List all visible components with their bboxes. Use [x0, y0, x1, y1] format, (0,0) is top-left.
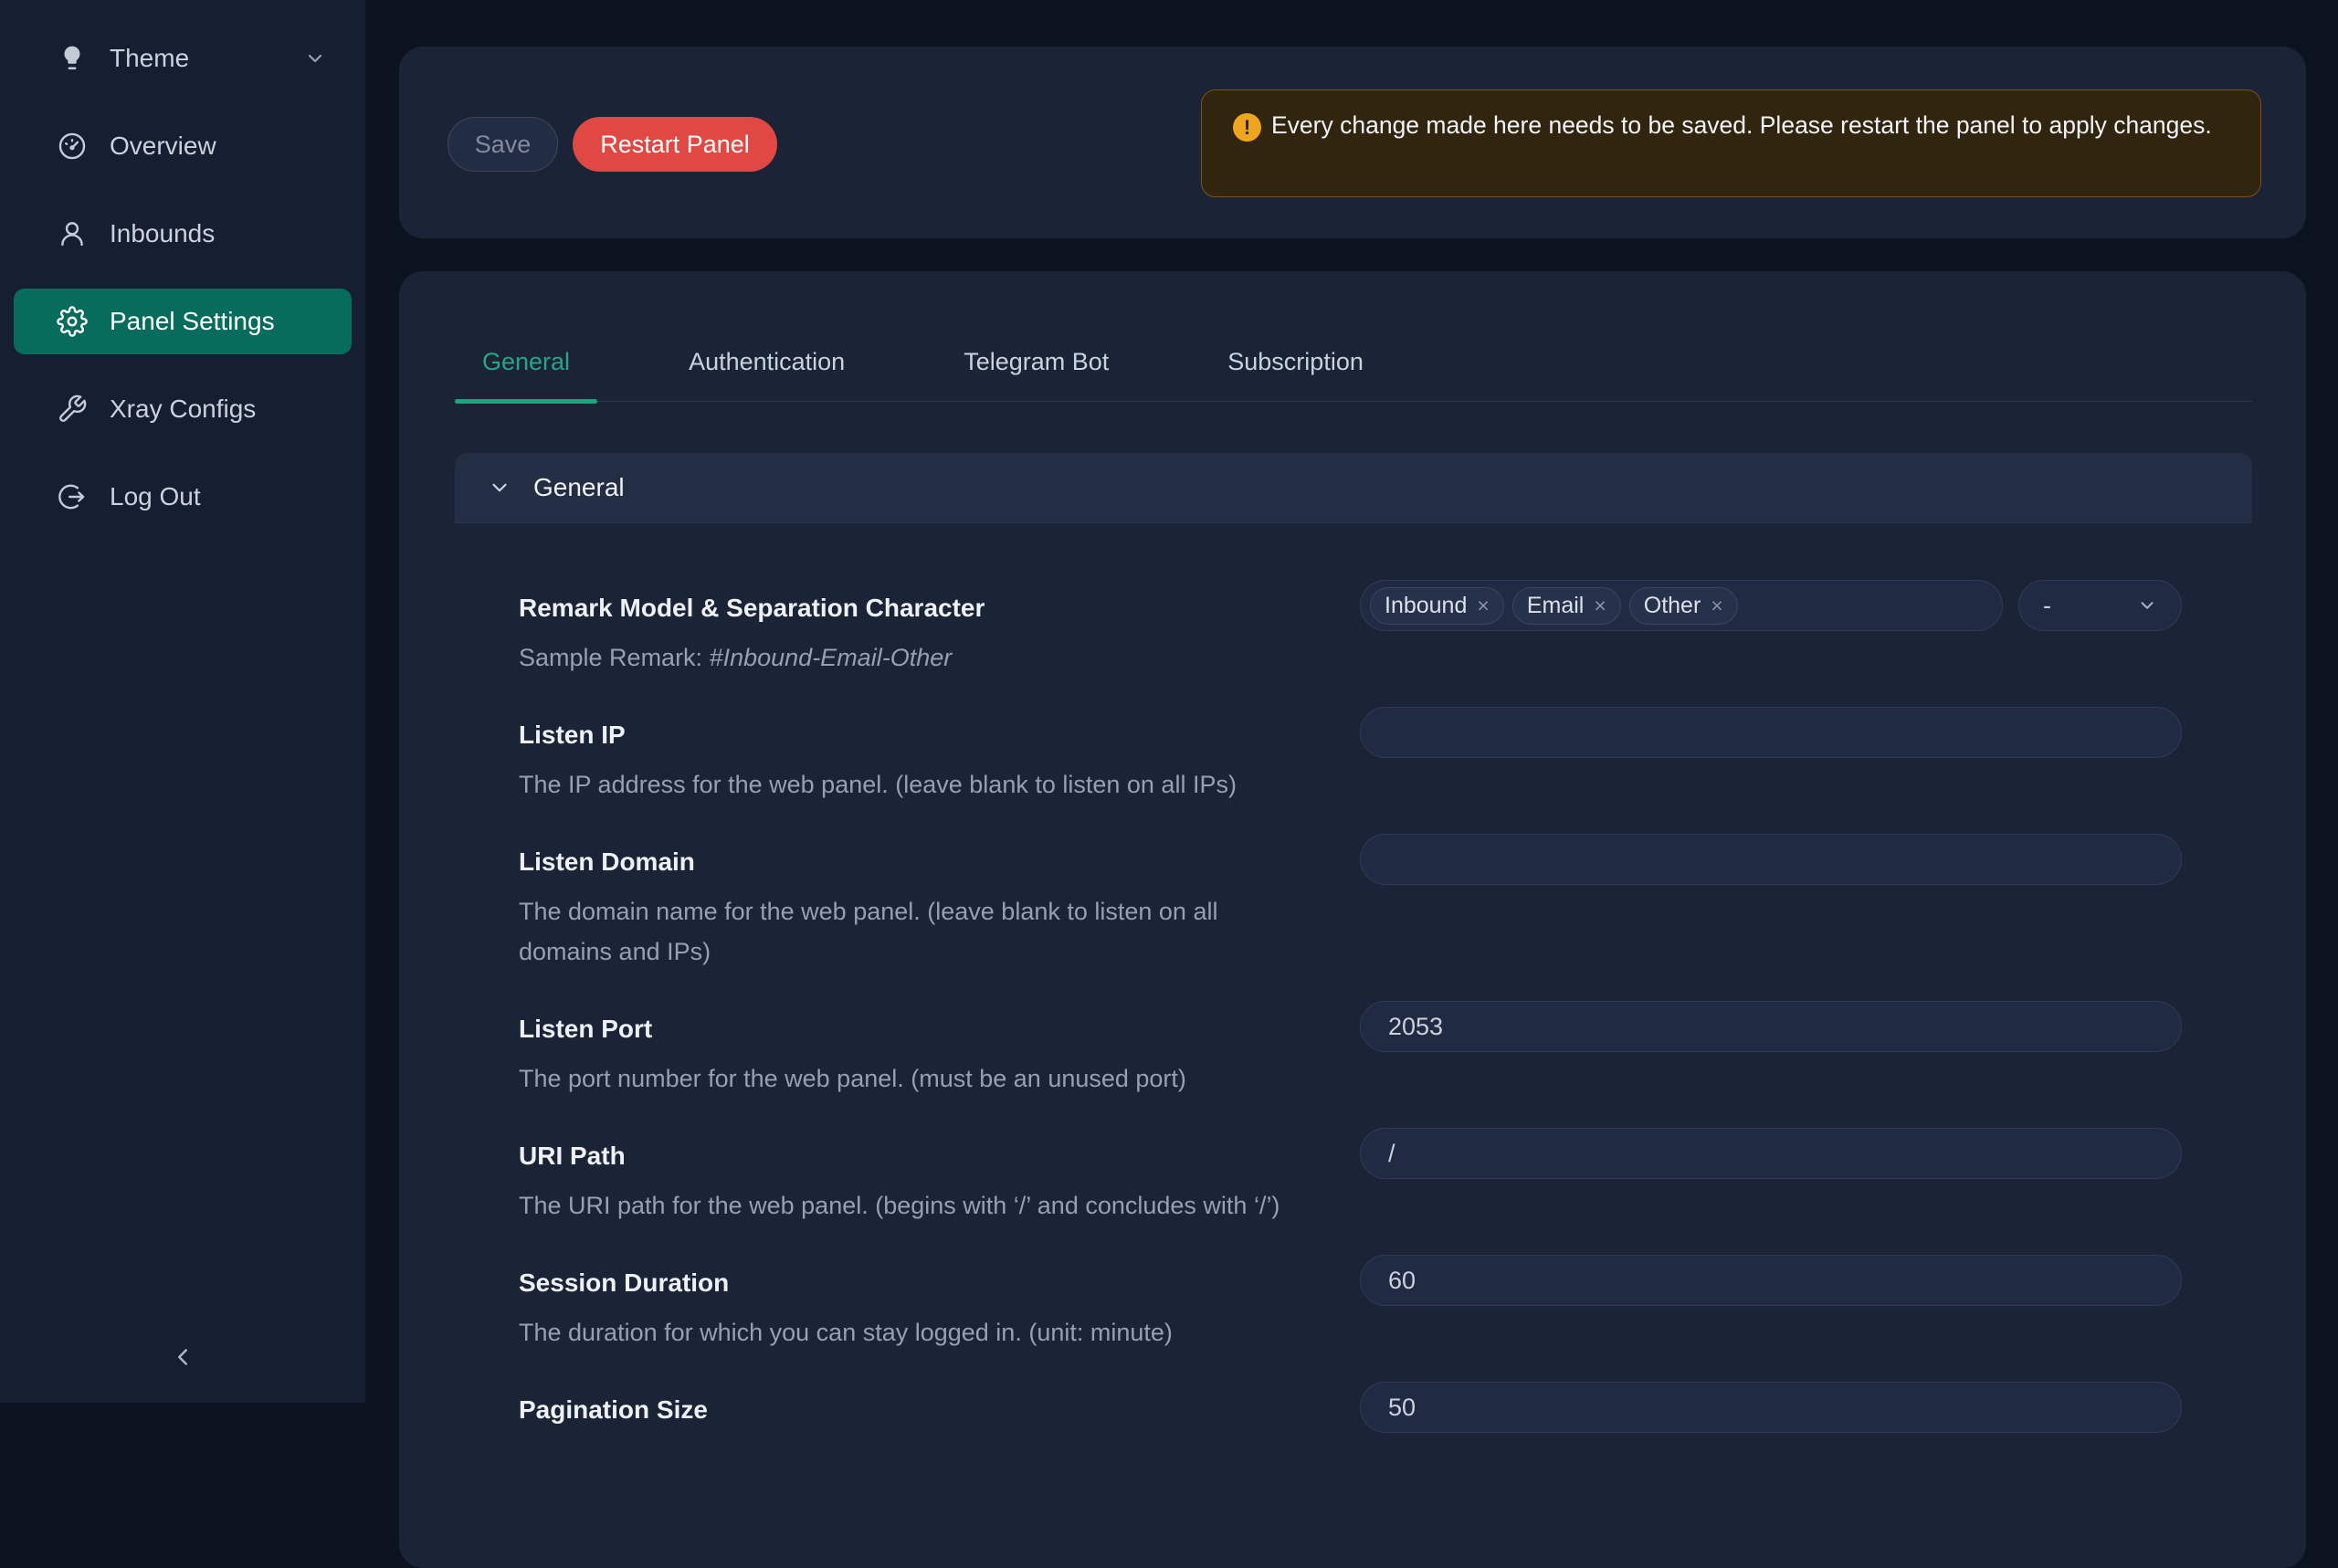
field-label: Pagination Size	[519, 1394, 1305, 1425]
form-row-listen-domain: Listen Domain The domain name for the we…	[519, 834, 2182, 972]
save-button[interactable]: Save	[448, 117, 558, 172]
field-label: Listen Domain	[519, 847, 1305, 877]
field-label: URI Path	[519, 1141, 1305, 1171]
form-row-listen-ip: Listen IP The IP address for the web pan…	[519, 707, 2182, 805]
app-root: Theme Overview	[0, 0, 2338, 1403]
warning-icon: !	[1233, 113, 1261, 142]
field-description: The domain name for the web panel. (leav…	[519, 891, 1305, 972]
sidebar-collapse-button[interactable]	[161, 1339, 205, 1375]
separator-value: -	[2043, 592, 2051, 620]
user-icon	[55, 216, 90, 251]
close-icon[interactable]: ×	[1711, 595, 1722, 616]
form-row-session-duration: Session Duration The duration for which …	[519, 1255, 2182, 1352]
dashboard-icon	[55, 129, 90, 163]
bulb-icon	[55, 41, 90, 76]
session-duration-input[interactable]	[1360, 1255, 2182, 1306]
form-row-pagination-size: Pagination Size	[519, 1382, 2182, 1433]
tab-authentication[interactable]: Authentication	[661, 348, 872, 401]
sidebar-item-label: Log Out	[110, 482, 201, 511]
field-description: The IP address for the web panel. (leave…	[519, 764, 1305, 805]
wrench-icon	[55, 392, 90, 426]
tab-subscription[interactable]: Subscription	[1200, 348, 1391, 401]
sidebar-item-xray-configs[interactable]: Xray Configs	[14, 376, 352, 442]
tag-other: Other ×	[1629, 587, 1738, 625]
sidebar-item-theme[interactable]: Theme	[14, 26, 352, 91]
toolbar-card: Save Restart Panel ! Every change made h…	[399, 47, 2306, 238]
form-row-listen-port: Listen Port The port number for the web …	[519, 1001, 2182, 1099]
section-title: General	[533, 473, 625, 502]
listen-domain-input[interactable]	[1360, 834, 2182, 885]
sidebar-item-label: Theme	[110, 44, 189, 73]
tab-telegram-bot[interactable]: Telegram Bot	[936, 348, 1136, 401]
settings-tabs: General Authentication Telegram Bot Subs…	[455, 271, 2252, 402]
listen-ip-input[interactable]	[1360, 707, 2182, 758]
field-label: Remark Model & Separation Character	[519, 593, 1305, 623]
pagination-size-input[interactable]	[1360, 1382, 2182, 1433]
remark-model-multiselect[interactable]: Inbound × Email × Other ×	[1360, 580, 2003, 631]
chevron-down-icon	[304, 47, 326, 69]
chevron-down-icon	[2137, 595, 2157, 616]
form-row-uri-path: URI Path The URI path for the web panel.…	[519, 1128, 2182, 1226]
chevron-down-icon	[488, 476, 511, 500]
general-section-header[interactable]: General	[455, 453, 2252, 523]
uri-path-input[interactable]	[1360, 1128, 2182, 1179]
sidebar-item-label: Xray Configs	[110, 395, 256, 424]
field-label: Session Duration	[519, 1268, 1305, 1298]
logout-icon	[55, 479, 90, 514]
sample-remark-value: #Inbound-Email-Other	[710, 644, 953, 671]
field-description: The URI path for the web panel. (begins …	[519, 1185, 1305, 1226]
sidebar-item-label: Overview	[110, 132, 216, 161]
chevron-left-icon	[169, 1343, 196, 1371]
sidebar-item-label: Panel Settings	[110, 307, 275, 336]
sidebar-item-inbounds[interactable]: Inbounds	[14, 201, 352, 267]
field-description: The port number for the web panel. (must…	[519, 1058, 1305, 1099]
field-description: The duration for which you can stay logg…	[519, 1312, 1305, 1352]
sidebar-item-panel-settings[interactable]: Panel Settings	[14, 289, 352, 354]
alert-text: Every change made here needs to be saved…	[1271, 111, 2212, 139]
field-label: Listen IP	[519, 720, 1305, 750]
sidebar-item-overview[interactable]: Overview	[14, 113, 352, 179]
separator-select[interactable]: -	[2018, 580, 2182, 631]
restart-panel-button[interactable]: Restart Panel	[573, 117, 777, 172]
tag-email: Email ×	[1512, 587, 1621, 625]
sidebar-item-label: Inbounds	[110, 219, 215, 248]
listen-port-input[interactable]	[1360, 1001, 2182, 1052]
general-form: Remark Model & Separation Character Samp…	[455, 523, 2252, 1433]
field-label: Listen Port	[519, 1014, 1305, 1044]
field-description: Sample Remark: #Inbound-Email-Other	[519, 637, 1305, 678]
restart-warning-alert: ! Every change made here needs to be sav…	[1201, 89, 2261, 197]
tag-inbound: Inbound ×	[1370, 587, 1504, 625]
form-row-remark: Remark Model & Separation Character Samp…	[519, 580, 2182, 678]
settings-card: General Authentication Telegram Bot Subs…	[399, 271, 2306, 1568]
sidebar: Theme Overview	[0, 0, 365, 1403]
sidebar-item-logout[interactable]: Log Out	[14, 464, 352, 530]
close-icon[interactable]: ×	[1477, 595, 1489, 616]
close-icon[interactable]: ×	[1594, 595, 1606, 616]
tab-general[interactable]: General	[455, 348, 597, 401]
main-content: Save Restart Panel ! Every change made h…	[365, 0, 2338, 1403]
gear-icon	[55, 304, 90, 339]
